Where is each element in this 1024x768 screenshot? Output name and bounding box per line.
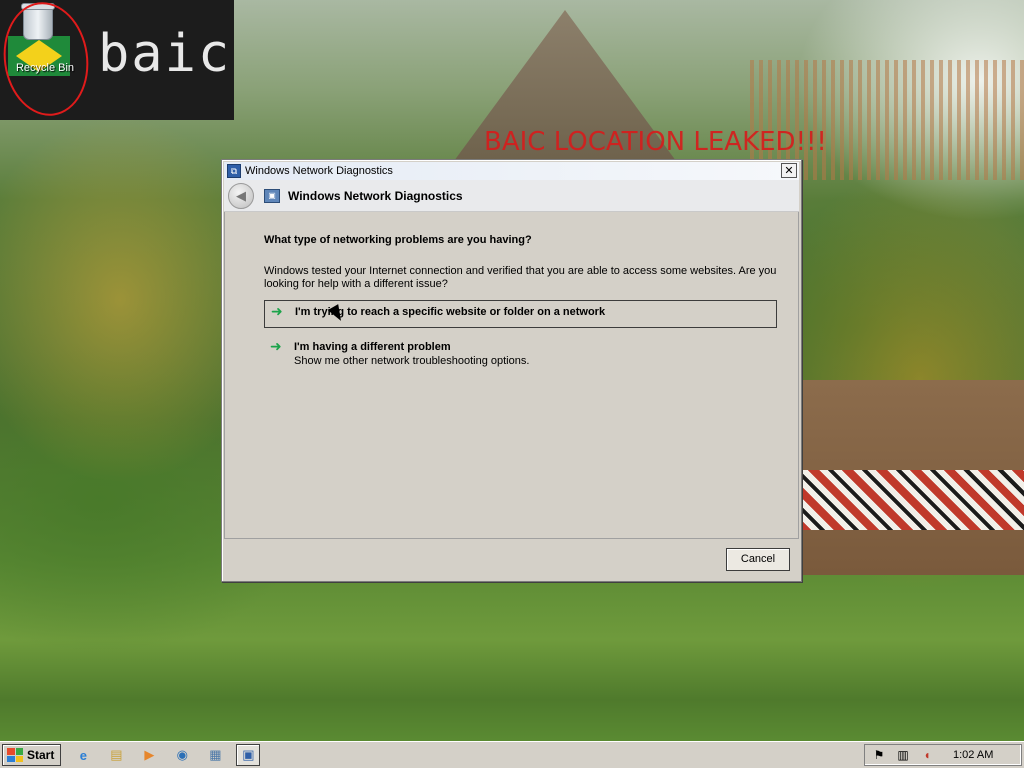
window-title: Windows Network Diagnostics bbox=[245, 165, 393, 177]
clock[interactable]: 1:02 AM bbox=[953, 749, 993, 761]
windows-logo-icon bbox=[7, 748, 23, 762]
network-icon[interactable]: ◉ bbox=[170, 744, 194, 766]
system-tray: ⚑ ▥ ◖ 1:02 AM bbox=[864, 744, 1022, 766]
network-status-icon[interactable]: ▥ bbox=[895, 747, 911, 763]
start-button[interactable]: Start bbox=[2, 744, 62, 766]
overlay-leak-text: BAIC LOCATION LEAKED!!! bbox=[484, 127, 827, 157]
taskbar: Start e ▤ ▶ ◉ ▦ ▣ ⚑ ▥ ◖ 1:02 AM bbox=[0, 741, 1024, 768]
volume-muted-icon[interactable]: ◖ bbox=[919, 747, 935, 763]
network-diagnostics-icon: ▣ bbox=[264, 188, 280, 203]
header-title: Windows Network Diagnostics bbox=[288, 188, 463, 203]
green-arrow-icon: ➜ bbox=[270, 339, 282, 355]
windows-explorer-icon[interactable]: ▤ bbox=[104, 744, 128, 766]
dialog-content: What type of networking problems are you… bbox=[224, 212, 799, 539]
option-description: Show me other network troubleshooting op… bbox=[294, 355, 530, 367]
media-player-icon[interactable]: ▶ bbox=[137, 744, 161, 766]
titlebar[interactable]: ⧉ Windows Network Diagnostics ✕ bbox=[224, 162, 799, 180]
server-manager-icon[interactable]: ▦ bbox=[203, 744, 227, 766]
header-strip: ◀ ▣ Windows Network Diagnostics bbox=[224, 180, 799, 212]
option-specific-website[interactable]: ➜ I'm trying to reach a specific website… bbox=[264, 300, 777, 328]
question-heading: What type of networking problems are you… bbox=[264, 234, 532, 246]
window-icon: ⧉ bbox=[227, 164, 241, 178]
network-diagnostics-task-icon[interactable]: ▣ bbox=[236, 744, 261, 766]
option-label: I'm trying to reach a specific website o… bbox=[295, 306, 606, 318]
option-label: I'm having a different problem bbox=[294, 341, 451, 353]
quick-launch: e ▤ ▶ ◉ ▦ ▣ bbox=[71, 744, 269, 766]
flag-icon[interactable]: ⚑ bbox=[871, 747, 887, 763]
cancel-button[interactable]: Cancel bbox=[726, 548, 790, 571]
banner-text: baic bbox=[98, 24, 232, 84]
internet-explorer-icon[interactable]: e bbox=[71, 744, 95, 766]
back-button[interactable]: ◀ bbox=[228, 182, 254, 209]
network-diagnostics-dialog: ⧉ Windows Network Diagnostics ✕ ◀ ▣ Wind… bbox=[221, 159, 802, 582]
wallpaper-pattern bbox=[800, 470, 1024, 530]
close-button[interactable]: ✕ bbox=[781, 163, 797, 178]
explanation-text: Windows tested your Internet connection … bbox=[264, 265, 777, 290]
option-different-problem[interactable]: ➜ I'm having a different problem Show me… bbox=[264, 340, 777, 374]
start-label: Start bbox=[27, 748, 55, 762]
green-arrow-icon: ➜ bbox=[271, 304, 283, 320]
back-arrow-icon: ◀ bbox=[236, 187, 246, 203]
